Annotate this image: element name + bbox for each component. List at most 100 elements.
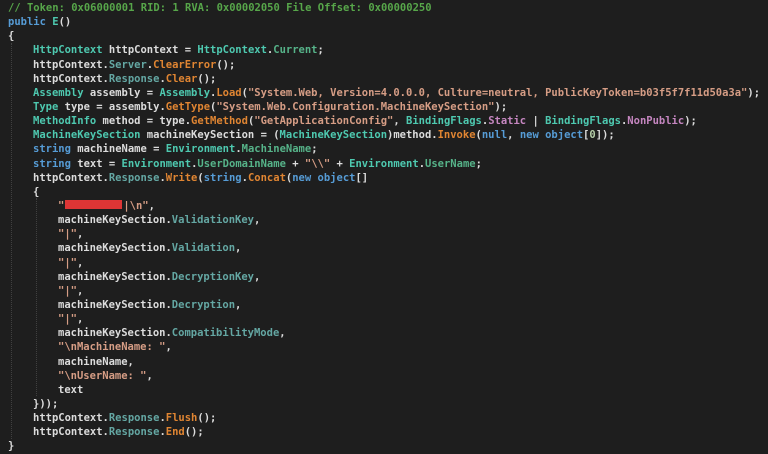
keyword-token: string	[33, 157, 71, 170]
text-token: []	[355, 171, 369, 184]
type-token: Type	[33, 100, 59, 113]
method-token: GetType	[165, 100, 211, 113]
code-line: httpContext.Server.ClearError();	[0, 58, 768, 72]
text-token: )method.	[387, 129, 438, 142]
code-line: machineName,	[0, 355, 768, 369]
method-token: Load	[216, 86, 242, 99]
string-token: "GetApplicationConfig"	[254, 115, 394, 128]
method-token: Concat	[247, 171, 286, 184]
keyword-token: new	[519, 129, 539, 142]
text-token: ,	[507, 129, 520, 142]
indent-guide	[11, 43, 12, 439]
code-line: "\nUserName: ",	[0, 369, 768, 383]
instance-property-token: Response	[108, 412, 160, 425]
instance-property-token: ValidationKey	[171, 214, 254, 227]
code-line: Assembly assembly = Assembly.Load("Syste…	[0, 86, 768, 100]
text-token: type = assembly.	[58, 100, 166, 113]
string-token: "|"	[58, 313, 77, 326]
type-token: MethodInfo	[33, 115, 97, 128]
text-token: ,	[148, 199, 155, 212]
string-token: "|"	[58, 256, 77, 269]
text-token: ,	[253, 270, 261, 283]
text-token: machineName,	[58, 355, 134, 368]
keyword-token: string	[33, 143, 71, 156]
static-property-token: UserDomainName	[197, 157, 286, 170]
code-line: machineKeySection.Decryption,	[0, 298, 768, 312]
text-token: {	[8, 30, 15, 43]
text-token: ,	[235, 298, 242, 311]
indent-guide	[36, 198, 37, 396]
string-token: "\nMachineName: "	[58, 341, 166, 354]
code-line: "|",	[0, 312, 768, 326]
type-token: Assembly	[159, 86, 211, 99]
instance-property-token: Validation	[171, 242, 236, 255]
keyword-token: object	[545, 129, 584, 142]
string-token: "	[58, 199, 65, 212]
text-token: ();	[197, 72, 217, 85]
text-token: ;	[311, 143, 318, 156]
type-token: BindingFlags	[406, 115, 482, 128]
string-token: "System.Web, Version=4.0.0.0, Culture=ne…	[247, 86, 748, 99]
method-token: End	[165, 426, 185, 439]
text-token: ,	[76, 284, 84, 297]
comment-token: // Token: 0x06000001 RID: 1 RVA: 0x00002…	[8, 2, 432, 14]
code-line: httpContext.Response.Flush();	[0, 411, 768, 425]
text-token: text =	[70, 157, 122, 170]
code-line: }	[0, 439, 768, 453]
code-line: machineKeySection.DecryptionKey,	[0, 270, 768, 284]
type-token: MachineKeySection	[279, 129, 388, 142]
static-property-token: MachineName	[241, 143, 312, 156]
code-line: Type type = assembly.GetType("System.Web…	[0, 100, 768, 114]
string-token: "|"	[58, 228, 77, 241]
text-token: ,	[279, 327, 286, 340]
keyword-token: null	[481, 129, 508, 142]
method-token: Clear	[165, 72, 198, 85]
text-token: ();	[197, 412, 217, 425]
type-token: Assembly	[33, 86, 84, 99]
type-token: HttpContext	[197, 44, 267, 57]
instance-property-token: Response	[108, 72, 160, 85]
text-token: httpContext.	[33, 72, 109, 85]
text-token: ();	[216, 58, 236, 71]
text-token: );	[494, 100, 508, 113]
text-token: ]);	[595, 129, 615, 142]
method-token: GetMethod	[191, 115, 248, 128]
instance-property-token: Response	[108, 171, 160, 184]
keyword-token: public	[8, 16, 46, 29]
text-token: ()	[58, 16, 72, 29]
keyword-token: new	[292, 171, 312, 184]
instance-property-token: Decryption	[171, 298, 236, 311]
text-token: |	[526, 115, 546, 128]
code-line: string machineName = Environment.Machine…	[0, 142, 768, 156]
instance-property-token: Response	[108, 426, 160, 439]
text-token: +	[330, 157, 350, 170]
text-token: httpContext.	[33, 426, 109, 439]
code-line: httpContext.Response.Clear();	[0, 72, 768, 86]
string-token: "System.Web.Configuration.MachineKeySect…	[216, 100, 495, 113]
instance-property-token: CompatibilityMode	[171, 327, 280, 340]
text-token: ();	[184, 426, 204, 439]
code-line: MachineKeySection machineKeySection = (M…	[0, 128, 768, 142]
code-line: " |\n",	[0, 199, 768, 213]
code-line: machineKeySection.ValidationKey,	[0, 213, 768, 227]
text-token: ,	[253, 214, 261, 227]
method-token: Flush	[165, 412, 198, 425]
code-line: httpContext.Response.Write(string.Concat…	[0, 171, 768, 185]
code-line: "|",	[0, 284, 768, 298]
text-token: {	[33, 185, 40, 198]
static-property-token: UserName	[425, 157, 476, 170]
method-token: ClearError	[153, 58, 217, 71]
code-line: HttpContext httpContext = HttpContext.Cu…	[0, 43, 768, 57]
code-line: text	[0, 383, 768, 397]
decompiled-code-editor[interactable]: // Token: 0x06000001 RID: 1 RVA: 0x00002…	[0, 0, 768, 453]
text-token: httpContext.	[33, 412, 109, 425]
text-token: }));	[33, 397, 59, 410]
text-token: machineKeySection.	[58, 214, 172, 227]
instance-property-token: DecryptionKey	[171, 270, 254, 283]
text-token: ,	[76, 228, 84, 241]
text-token: machineKeySection.	[58, 270, 172, 283]
text-token: machineKeySection.	[58, 327, 172, 340]
text-token: machineName =	[70, 143, 166, 156]
keyword-token: object	[317, 171, 356, 184]
code-line: machineKeySection.CompatibilityMode,	[0, 326, 768, 340]
